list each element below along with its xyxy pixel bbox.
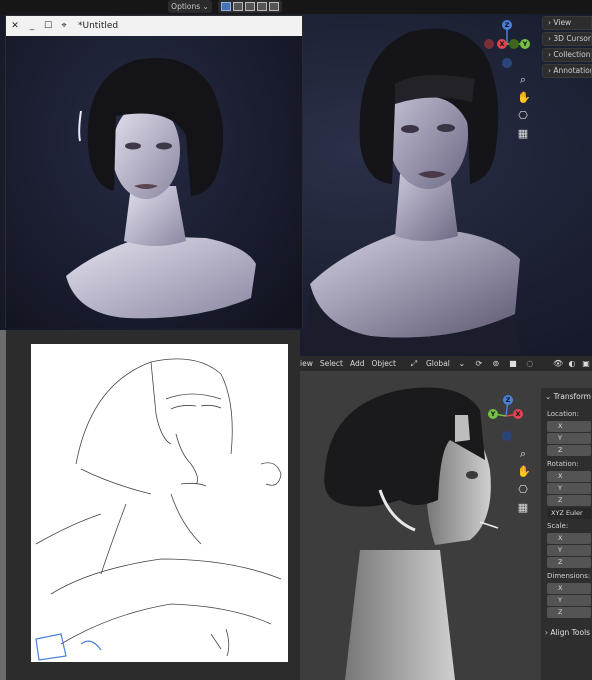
gizmo-neg-z-axis[interactable] <box>502 431 512 441</box>
shading-solid-icon[interactable]: ■ <box>508 359 518 369</box>
chevron-down-icon: ⌄ <box>202 2 209 11</box>
sketch-window-edge <box>0 330 6 680</box>
dimensions-y-field[interactable]: Y <box>547 595 591 606</box>
chevron-down-icon: ⌄ <box>458 358 466 368</box>
select-extend-icon[interactable] <box>233 2 243 11</box>
proportional-edit-icon[interactable]: ◌ <box>525 359 535 369</box>
transform-panel-title: Transform <box>553 392 591 401</box>
gizmo-z-axis[interactable]: Z <box>503 395 513 405</box>
options-label: Options <box>171 2 201 11</box>
npanel-tab-view[interactable]: › View <box>542 16 592 30</box>
gizmo-z-axis[interactable]: Z <box>502 20 512 30</box>
pivot-icon[interactable]: ⟳ <box>474 359 484 369</box>
viewport-bottom-header-right: 👁 ◐ ▣ <box>545 356 592 371</box>
rotation-z-field[interactable]: Z <box>547 495 591 506</box>
menu-object[interactable]: Object <box>372 356 396 371</box>
camera-icon[interactable]: ⎔ <box>517 110 529 122</box>
location-y-field[interactable]: Y <box>547 433 591 444</box>
gizmo-x-axis[interactable]: X <box>513 409 523 419</box>
npanel-tab-3d-cursor[interactable]: › 3D Cursor <box>542 32 592 46</box>
overlay-icon[interactable]: ◐ <box>567 359 577 369</box>
camera-icon[interactable]: ⎔ <box>517 484 529 496</box>
hand-icon[interactable]: ✋ <box>517 466 531 478</box>
scale-x-field[interactable]: X <box>547 533 591 544</box>
gizmo-neg-z-axis[interactable] <box>502 58 512 68</box>
navigation-gizmo-top[interactable]: Z Y X <box>483 18 533 70</box>
npanel-tab-label: Annotations <box>553 66 591 75</box>
xray-icon[interactable]: ▣ <box>581 359 591 369</box>
rotation-x-field[interactable]: X <box>547 471 591 482</box>
menu-add[interactable]: Add <box>350 356 365 371</box>
gizmo-y-axis[interactable]: Y <box>488 409 498 419</box>
npanel-tab-label: Collections <box>553 50 592 59</box>
rotation-label: Rotation: <box>547 460 579 468</box>
top-toolbar <box>0 0 592 14</box>
zoom-icon[interactable]: ⌕ <box>517 448 529 460</box>
pin-icon[interactable]: ⌖ <box>56 21 72 31</box>
maximize-icon[interactable]: ☐ <box>40 21 56 31</box>
minimize-icon[interactable]: _ <box>24 21 40 31</box>
scale-z-field[interactable]: Z <box>547 557 591 568</box>
npanel-tab-collections[interactable]: › Collections <box>542 48 592 62</box>
gizmo-neg-x-axis[interactable] <box>484 39 494 49</box>
scale-label: Scale: <box>547 522 569 530</box>
options-dropdown[interactable]: Options ⌄ <box>168 0 212 13</box>
align-tools-panel[interactable]: › Align Tools <box>545 628 590 637</box>
sketch-canvas[interactable] <box>31 344 288 662</box>
render-window[interactable]: ✕ _ ☐ ⌖ *Untitled <box>5 15 303 328</box>
select-new-icon[interactable] <box>221 2 231 11</box>
render-window-titlebar[interactable]: ✕ _ ☐ ⌖ *Untitled <box>6 16 302 36</box>
location-z-field[interactable]: Z <box>547 445 591 456</box>
location-x-field[interactable]: X <box>547 421 591 432</box>
align-tools-label: Align Tools <box>550 628 591 637</box>
select-invert-icon[interactable] <box>257 2 267 11</box>
orientation-dropdown[interactable]: Global <box>426 356 450 371</box>
snap-icon[interactable]: ⊚ <box>491 359 501 369</box>
transform-panel-header[interactable]: ⌄ Transform <box>545 392 591 401</box>
viewport-bottom-header: iew Select Add Object ⤢ Global ⌄ ⟳ ⊚ ■ ◌ <box>300 356 545 371</box>
render-window-title: *Untitled <box>78 21 119 31</box>
render-model-image <box>66 57 256 319</box>
select-subtract-icon[interactable] <box>245 2 255 11</box>
menu-view[interactable]: iew <box>300 356 313 371</box>
location-label: Location: <box>547 410 579 418</box>
render-image <box>6 36 302 328</box>
grid-icon[interactable]: ▦ <box>517 502 529 514</box>
dimensions-z-field[interactable]: Z <box>547 607 591 618</box>
npanel-tab-label: View <box>553 18 572 27</box>
hand-icon[interactable]: ✋ <box>517 92 531 104</box>
menu-select[interactable]: Select <box>320 356 343 371</box>
npanel-tab-label: 3D Cursor <box>553 34 591 43</box>
select-mode-buttons[interactable] <box>218 0 282 13</box>
pencil-sketch-image <box>35 358 282 661</box>
eye-icon[interactable]: 👁 <box>553 359 563 369</box>
navigation-gizmo-bottom[interactable]: Z Y X <box>486 394 526 444</box>
close-icon[interactable]: ✕ <box>6 21 24 31</box>
transform-orientation-icon: ⤢ <box>410 358 418 368</box>
npanel-tab-annotations[interactable]: › Annotations <box>542 64 592 78</box>
rotation-y-field[interactable]: Y <box>547 483 591 494</box>
gizmo-x-axis[interactable]: X <box>497 39 507 49</box>
transform-panel[interactable]: ⌄ Transform Location: X Y Z Rotation: X … <box>541 388 592 680</box>
zoom-icon[interactable]: ⌕ <box>517 74 529 86</box>
rotation-mode-select[interactable]: XYZ Euler <box>547 508 591 519</box>
dimensions-label: Dimensions: <box>547 572 591 580</box>
grid-icon[interactable]: ▦ <box>517 128 529 140</box>
gizmo-y-axis[interactable]: Y <box>520 39 530 49</box>
scale-y-field[interactable]: Y <box>547 545 591 556</box>
gizmo-neg-y-axis[interactable] <box>509 39 519 49</box>
dimensions-x-field[interactable]: X <box>547 583 591 594</box>
select-intersect-icon[interactable] <box>269 2 279 11</box>
